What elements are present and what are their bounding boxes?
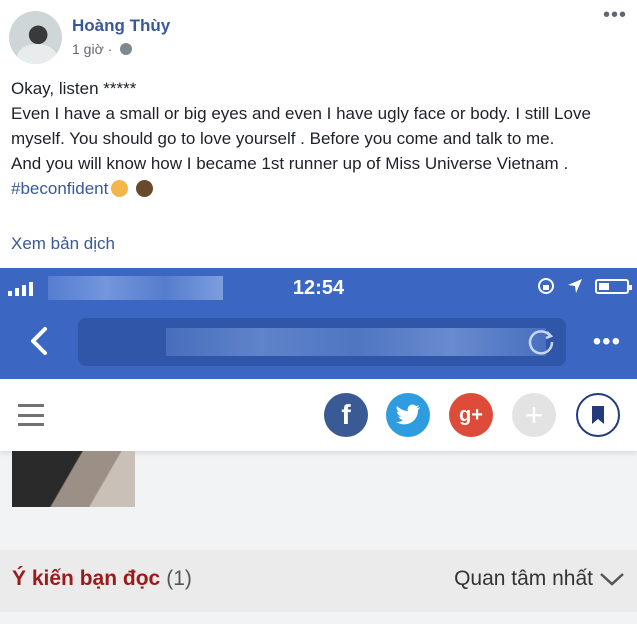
- comments-sort-dropdown[interactable]: Quan tâm nhất: [454, 567, 625, 591]
- hashtag-link[interactable]: #beconfident: [11, 179, 108, 198]
- hamburger-menu-icon[interactable]: [18, 404, 44, 426]
- share-toolbar: f g+ +: [0, 379, 637, 451]
- woman-gesturing-emoji-icon: [111, 180, 129, 197]
- reload-icon[interactable]: [526, 327, 556, 357]
- post-line: Okay, listen *****: [11, 79, 137, 98]
- post-line-hashtag: #beconfident: [11, 176, 626, 201]
- url-bar[interactable]: [78, 318, 566, 366]
- comments-header: Ý kiến bạn đọc (1) Quan tâm nhất: [0, 550, 637, 612]
- see-translation-link[interactable]: Xem bản dịch: [11, 234, 115, 254]
- twitter-share-icon[interactable]: [386, 393, 430, 437]
- more-options-icon[interactable]: •••: [603, 4, 627, 27]
- browser-more-icon[interactable]: •••: [593, 330, 621, 354]
- article-thumbnail[interactable]: [12, 451, 135, 507]
- comments-title: Ý kiến bạn đọc (1): [12, 567, 192, 591]
- browser-nav-bar: •••: [0, 308, 637, 379]
- chevron-down-icon: [600, 573, 624, 586]
- comments-count: (1): [166, 567, 192, 590]
- post-line: And you will know how I became 1st runne…: [11, 154, 569, 173]
- status-icons: [537, 277, 632, 295]
- location-arrow-icon: [568, 279, 582, 293]
- bookmark-icon[interactable]: [576, 393, 620, 437]
- comments-title-text: Ý kiến bạn đọc: [12, 567, 161, 590]
- post-body: Okay, listen ***** Even I have a small o…: [11, 76, 626, 201]
- post-time[interactable]: 1 giờ ·: [72, 41, 116, 57]
- post-header: Hoàng Thùy 1 giờ · •••: [0, 0, 637, 70]
- sort-label: Quan tâm nhất: [454, 567, 593, 590]
- rotation-lock-icon: [538, 278, 554, 294]
- phone-status-bar: 12:54: [0, 268, 637, 308]
- author-name[interactable]: Hoàng Thùy: [72, 16, 170, 36]
- bear-emoji-icon: [136, 180, 154, 197]
- back-chevron-icon[interactable]: [28, 326, 50, 356]
- globe-icon: [120, 43, 133, 55]
- add-share-icon[interactable]: +: [512, 393, 556, 437]
- facebook-share-icon[interactable]: f: [324, 393, 368, 437]
- battery-icon: [595, 278, 632, 294]
- post-line: Even I have a small or big eyes and even…: [11, 104, 591, 148]
- avatar[interactable]: [9, 11, 62, 64]
- google-plus-share-icon[interactable]: g+: [449, 393, 493, 437]
- embedded-screenshot: 12:54 ••• f g+ + Ý kiến bạn đọc (1) Quan…: [0, 268, 637, 624]
- blurred-url: [166, 328, 546, 356]
- post-meta: 1 giờ ·: [72, 41, 133, 57]
